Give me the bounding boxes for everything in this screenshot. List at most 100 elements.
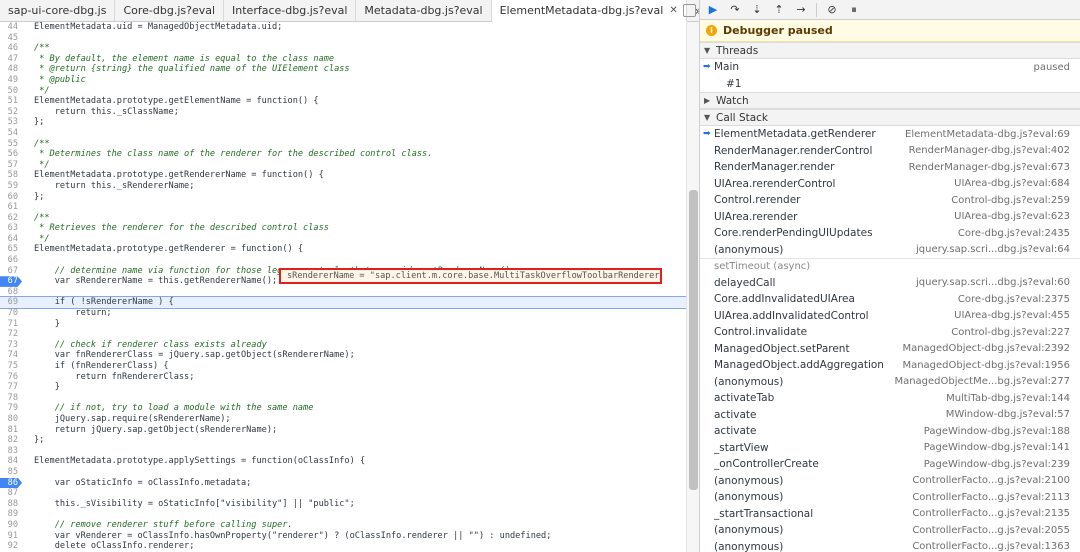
line-number[interactable]: 64	[0, 234, 22, 245]
file-tab[interactable]: Metadata-dbg.js?eval	[356, 0, 492, 21]
line-number[interactable]: 68	[0, 287, 22, 298]
line-number[interactable]: 45	[0, 33, 22, 44]
call-frame-location[interactable]: MWindow-dbg.js?eval:57	[946, 409, 1070, 420]
line-number[interactable]: 84	[0, 456, 22, 467]
resume-icon[interactable]: ▶	[706, 3, 720, 17]
line-number[interactable]: 55	[0, 139, 22, 150]
call-frame-location[interactable]: RenderManager-dbg.js?eval:673	[909, 162, 1070, 173]
line-number[interactable]: 44	[0, 22, 22, 33]
line-number[interactable]: 72	[0, 329, 22, 340]
call-frame[interactable]: activate PageWindow-dbg.js?eval:188	[700, 423, 1080, 440]
call-frame[interactable]: (anonymous) ControllerFacto...g.js?eval:2…	[700, 489, 1080, 506]
call-frame[interactable]: Control.invalidate Control-dbg.js?eval:22…	[700, 324, 1080, 341]
line-number[interactable]: 65	[0, 244, 22, 255]
call-frame-location[interactable]: ControllerFacto...g.js?eval:1363	[912, 541, 1070, 552]
call-frame-location[interactable]: Core-dbg.js?eval:2375	[958, 294, 1070, 305]
line-number[interactable]: 46	[0, 43, 22, 54]
line-number[interactable]: 67	[0, 266, 22, 277]
thread-sub[interactable]: #1	[700, 76, 1080, 93]
call-frame-location[interactable]: ControllerFacto...g.js?eval:2100	[912, 475, 1070, 486]
pause-on-exceptions-icon[interactable]: ⏸	[847, 3, 861, 17]
file-tab[interactable]: ElementMetadata-dbg.js?eval ✕	[491, 0, 687, 22]
line-number[interactable]: 85	[0, 467, 22, 478]
call-frame-location[interactable]: jquery.sap.scri...dbg.js?eval:64	[916, 244, 1070, 255]
call-frame-location[interactable]: RenderManager-dbg.js?eval:402	[909, 145, 1070, 156]
call-frame[interactable]: activateTab MultiTab-dbg.js?eval:144	[700, 390, 1080, 407]
call-frame-location[interactable]: MultiTab-dbg.js?eval:144	[946, 393, 1070, 404]
line-number[interactable]: 70	[0, 308, 22, 319]
file-tab[interactable]: Interface-dbg.js?eval	[224, 0, 357, 21]
editor-scrollbar-thumb[interactable]	[689, 190, 698, 490]
call-frame[interactable]: _onControllerCreate PageWindow-dbg.js?eva…	[700, 456, 1080, 473]
line-number[interactable]: 57	[0, 160, 22, 171]
line-number[interactable]: 56	[0, 149, 22, 160]
call-frame-location[interactable]: ControllerFacto...g.js?eval:2135	[912, 508, 1070, 519]
call-frame-location[interactable]: ControllerFacto...g.js?eval:2113	[912, 492, 1070, 503]
line-number[interactable]: 78	[0, 393, 22, 404]
line-number[interactable]: 75	[0, 361, 22, 372]
callstack-pane-header[interactable]: ▼ Call Stack	[700, 109, 1080, 126]
line-number[interactable]: 62	[0, 213, 22, 224]
call-frame-location[interactable]: PageWindow-dbg.js?eval:239	[924, 459, 1070, 470]
line-number[interactable]: 77	[0, 382, 22, 393]
line-number[interactable]: 69	[0, 297, 22, 308]
call-frame-location[interactable]: PageWindow-dbg.js?eval:188	[924, 426, 1070, 437]
close-icon[interactable]: ✕	[669, 5, 677, 16]
call-frame-location[interactable]: Core-dbg.js?eval:2435	[958, 228, 1070, 239]
call-frame[interactable]: ManagedObject.setParent ManagedObject-dbg…	[700, 341, 1080, 358]
line-number[interactable]: 51	[0, 96, 22, 107]
line-number[interactable]: 89	[0, 509, 22, 520]
threads-pane-header[interactable]: ▼ Threads	[700, 42, 1080, 59]
line-number[interactable]: 81	[0, 425, 22, 436]
call-frame[interactable]: UIArea.rerender UIArea-dbg.js?eval:623	[700, 209, 1080, 226]
call-frame[interactable]: activate MWindow-dbg.js?eval:57	[700, 407, 1080, 424]
file-tab[interactable]: Core-dbg.js?eval	[115, 0, 225, 21]
call-frame-location[interactable]: ElementMetadata-dbg.js?eval:69	[905, 129, 1070, 140]
call-frame-location[interactable]: ManagedObject-dbg.js?eval:1956	[902, 360, 1070, 371]
step-out-icon[interactable]: ⇡	[772, 3, 786, 17]
thread-main[interactable]: ➡ Main paused	[700, 59, 1080, 76]
call-frame[interactable]: (anonymous) ControllerFacto...g.js?eval:1…	[700, 539, 1080, 552]
call-frame-location[interactable]: Control-dbg.js?eval:259	[951, 195, 1070, 206]
line-number[interactable]: 58	[0, 170, 22, 181]
call-frame[interactable]: Core.renderPendingUIUpdates Core-dbg.js?e…	[700, 225, 1080, 242]
call-frame[interactable]: RenderManager.renderControl RenderManager…	[700, 143, 1080, 160]
call-frame[interactable]: (anonymous) ControllerFacto...g.js?eval:2…	[700, 522, 1080, 539]
call-frame-location[interactable]: PageWindow-dbg.js?eval:141	[924, 442, 1070, 453]
call-frame[interactable]: ➡ ElementMetadata.getRenderer ElementMetad…	[700, 126, 1080, 143]
line-number[interactable]: 87	[0, 488, 22, 499]
line-number[interactable]: 53	[0, 117, 22, 128]
step-over-icon[interactable]: ↷	[728, 3, 742, 17]
line-number[interactable]: 66	[0, 255, 22, 266]
call-frame[interactable]: RenderManager.render RenderManager-dbg.js…	[700, 159, 1080, 176]
file-tab[interactable]: sap-ui-core-dbg.js	[0, 0, 116, 21]
line-number[interactable]: 92	[0, 541, 22, 552]
line-number[interactable]: 83	[0, 446, 22, 457]
line-number[interactable]: 49	[0, 75, 22, 86]
line-number[interactable]: 79	[0, 403, 22, 414]
call-frame[interactable]: UIArea.addInvalidatedControl UIArea-dbg.j…	[700, 308, 1080, 325]
line-number[interactable]: 80	[0, 414, 22, 425]
call-frame[interactable]: (anonymous) ManagedObjectMe...bg.js?eval:…	[700, 374, 1080, 391]
call-frame-location[interactable]: UIArea-dbg.js?eval:684	[954, 178, 1070, 189]
line-number[interactable]: 73	[0, 340, 22, 351]
call-frame[interactable]: (anonymous) ControllerFacto...g.js?eval:2…	[700, 473, 1080, 490]
editor-scrollbar[interactable]	[686, 22, 699, 552]
line-number[interactable]: 88	[0, 499, 22, 510]
call-frame[interactable]: Core.addInvalidatedUIArea Core-dbg.js?eva…	[700, 291, 1080, 308]
breakpoint-line-number[interactable]: 67	[0, 276, 22, 287]
line-number[interactable]: 74	[0, 350, 22, 361]
line-number[interactable]: 63	[0, 223, 22, 234]
call-frame[interactable]: delayedCall jquery.sap.scri...dbg.js?eval…	[700, 275, 1080, 292]
call-frame[interactable]: UIArea.rerenderControl UIArea-dbg.js?eval…	[700, 176, 1080, 193]
call-frame-location[interactable]: jquery.sap.scri...dbg.js?eval:60	[916, 277, 1070, 288]
call-frame[interactable]: ManagedObject.addAggregation ManagedObjec…	[700, 357, 1080, 374]
toggle-sidebar-icon[interactable]	[683, 4, 696, 17]
line-number[interactable]: 76	[0, 372, 22, 383]
step-icon[interactable]: →	[794, 3, 808, 17]
call-frame-location[interactable]: Control-dbg.js?eval:227	[951, 327, 1070, 338]
call-frame[interactable]: Control.rerender Control-dbg.js?eval:259	[700, 192, 1080, 209]
call-frame-location[interactable]: ManagedObject-dbg.js?eval:2392	[902, 343, 1070, 354]
line-number[interactable]: 50	[0, 86, 22, 97]
call-frame[interactable]: _startTransactional ControllerFacto...g.j…	[700, 506, 1080, 523]
